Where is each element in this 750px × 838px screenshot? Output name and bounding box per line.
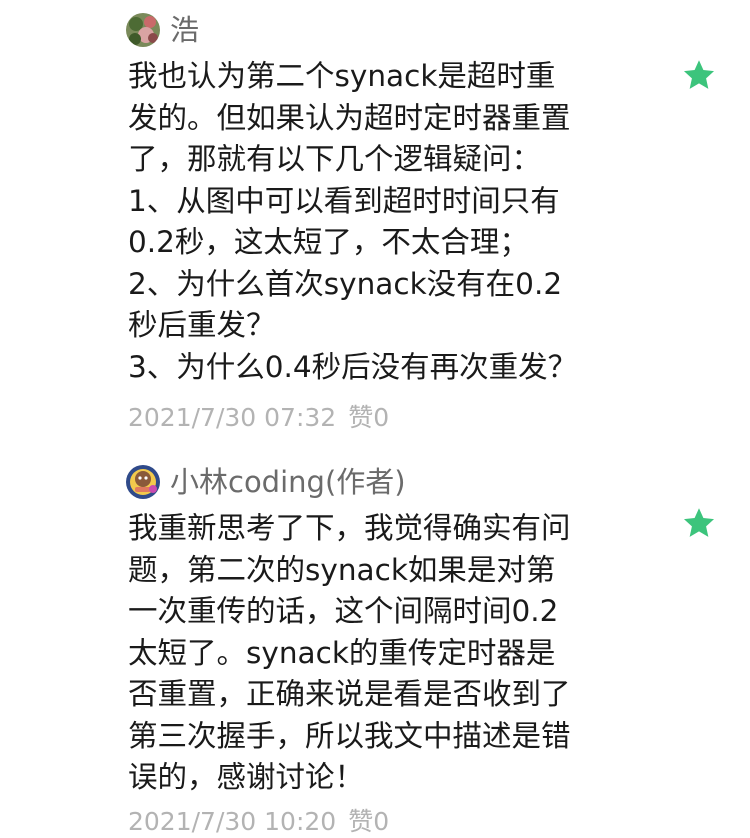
comment-text: 我也认为第二个synack是超时重 发的。但如果认为超时定时器重置 了，那就有以… <box>128 56 628 388</box>
comment-line: 我也认为第二个synack是超时重 <box>128 59 556 93</box>
comment-meta: 2021/7/30 10:20 赞0 <box>128 802 389 838</box>
timestamp: 2021/7/30 07:32 <box>128 403 337 432</box>
comment-meta: 2021/7/30 07:32 赞0 <box>128 398 389 434</box>
timestamp: 2021/7/30 10:20 <box>128 807 337 836</box>
nature-avatar-icon <box>126 13 160 47</box>
avatar[interactable] <box>126 465 160 499</box>
star-icon[interactable] <box>682 506 716 540</box>
comment-line: 0.2秒，这太短了，不太合理； <box>128 225 529 259</box>
comment-line: 题，第二次的synack如果是对第 <box>128 552 556 587</box>
cartoon-avatar-icon <box>126 465 160 499</box>
comment-line: 发的。但如果认为超时定时器重置 <box>128 100 571 135</box>
username[interactable]: 浩 <box>170 10 199 50</box>
avatar[interactable] <box>126 13 160 47</box>
comment-line: 秒后重发？ <box>128 308 276 342</box>
comment-text: 我重新思考了下，我觉得确实有问 题，第二次的synack如果是对第 一次重传的话… <box>128 508 628 799</box>
comment-line: 3、为什么0.4秒后没有再次重发？ <box>128 349 578 384</box>
comment-line: 太短了。synack的重传定时器是 <box>128 635 556 670</box>
star-icon[interactable] <box>682 58 716 92</box>
comment-line: 一次重传的话，这个间隔时间0.2 <box>128 594 559 628</box>
comment-line: 1、从图中可以看到超时时间只有 <box>128 183 560 218</box>
comment-header: 小林coding(作者) <box>126 462 406 502</box>
username[interactable]: 小林coding(作者) <box>170 462 406 502</box>
comment-line: 2、为什么首次synack没有在0.2 <box>128 266 563 301</box>
comment-line: 我重新思考了下，我觉得确实有问 <box>128 511 571 545</box>
like-count[interactable]: 赞0 <box>348 403 389 432</box>
like-count[interactable]: 赞0 <box>348 807 389 836</box>
comment-line: 第三次握手，所以我文中描述是错 <box>128 718 571 753</box>
comment-line: 否重置，正确来说是看是否收到了 <box>128 677 571 711</box>
comment-line: 了，那就有以下几个逻辑疑问： <box>128 142 542 176</box>
comment-header: 浩 <box>126 10 199 50</box>
comment-line: 误的，感谢讨论！ <box>128 760 365 794</box>
